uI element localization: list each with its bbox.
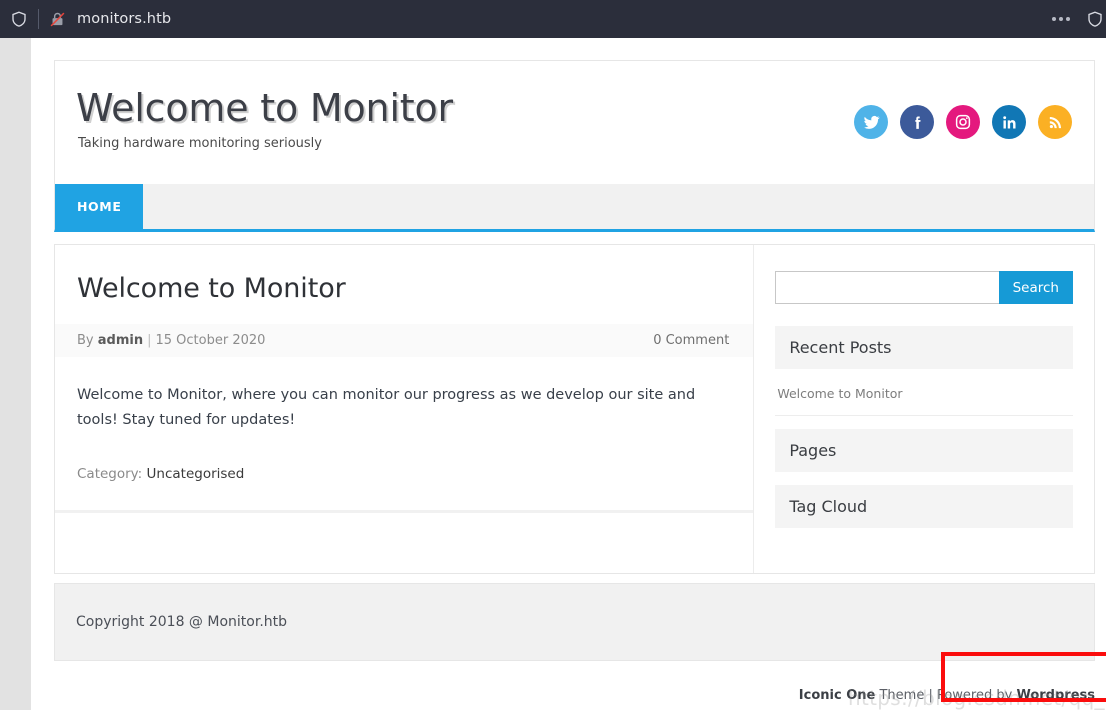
- rss-icon[interactable]: [1038, 105, 1072, 139]
- post-comment-count[interactable]: 0 Comment: [653, 333, 729, 348]
- post-meta: By admin | 15 October 2020 0 Comment: [55, 324, 754, 357]
- search-form: Search: [775, 271, 1073, 304]
- shield-icon[interactable]: [8, 8, 30, 30]
- post-by-label: By: [77, 333, 94, 348]
- widget-title-recent-posts: Recent Posts: [775, 326, 1073, 369]
- widget-pages: Pages: [775, 429, 1073, 472]
- main-column: Welcome to Monitor By admin | 15 October…: [55, 245, 755, 573]
- credit-theme-suffix: Theme: [875, 688, 925, 703]
- post-category-value[interactable]: Uncategorised: [147, 466, 245, 482]
- shield-extension-icon[interactable]: [1084, 8, 1106, 30]
- content-area: Welcome to Monitor By admin | 15 October…: [54, 244, 1095, 574]
- post-divider: [55, 509, 754, 513]
- recent-posts-list: Welcome to Monitor: [775, 369, 1073, 416]
- toolbar-right-group: [1052, 8, 1102, 30]
- facebook-icon[interactable]: [900, 105, 934, 139]
- instagram-icon[interactable]: [946, 105, 980, 139]
- primary-navigation: HOME: [54, 184, 1095, 232]
- linkedin-icon[interactable]: [992, 105, 1026, 139]
- post-category-label: Category:: [77, 465, 143, 482]
- footer-credit: Iconic One Theme | Powered by Wordpress: [799, 688, 1095, 703]
- site-title[interactable]: Welcome to Monitor: [76, 89, 854, 127]
- post-date: 15 October 2020: [155, 333, 266, 348]
- meta-separator: |: [147, 333, 152, 348]
- widget-title-pages: Pages: [775, 429, 1073, 472]
- toolbar-divider: [38, 9, 39, 29]
- list-item: Welcome to Monitor: [775, 369, 1073, 416]
- widget-recent-posts: Recent Posts Welcome to Monitor: [775, 326, 1073, 416]
- post-title[interactable]: Welcome to Monitor: [77, 273, 729, 304]
- search-button[interactable]: Search: [998, 271, 1073, 304]
- page-viewport: Welcome to Monitor Taking hardware monit…: [0, 38, 1106, 710]
- credit-theme-name[interactable]: Iconic One: [799, 688, 876, 703]
- twitter-icon[interactable]: [854, 105, 888, 139]
- browser-left-rail: [0, 38, 31, 710]
- widget-title-tag-cloud: Tag Cloud: [775, 485, 1073, 528]
- recent-post-link[interactable]: Welcome to Monitor: [777, 386, 902, 401]
- post-category: Category: Uncategorised: [77, 466, 729, 482]
- lock-crossed-icon[interactable]: [47, 9, 67, 29]
- post-author[interactable]: admin: [98, 333, 143, 348]
- credit-platform-name[interactable]: Wordpress: [1016, 688, 1095, 703]
- browser-toolbar: monitors.htb: [0, 0, 1106, 38]
- site-container: Welcome to Monitor Taking hardware monit…: [54, 60, 1095, 661]
- site-branding: Welcome to Monitor Taking hardware monit…: [76, 89, 854, 151]
- more-options-icon[interactable]: [1052, 17, 1070, 21]
- nav-item-home[interactable]: HOME: [55, 184, 144, 229]
- site-tagline: Taking hardware monitoring seriously: [78, 136, 322, 151]
- social-links: [854, 105, 1072, 139]
- site-header: Welcome to Monitor Taking hardware monit…: [54, 60, 1095, 184]
- footer-copyright: Copyright 2018 @ Monitor.htb: [76, 614, 288, 630]
- sidebar: Search Recent Posts Welcome to Monitor P…: [754, 245, 1094, 573]
- credit-separator: | Powered by: [924, 688, 1017, 703]
- site-footer: Copyright 2018 @ Monitor.htb: [54, 583, 1095, 661]
- post-body: Welcome to Monitor, where you can monito…: [77, 387, 696, 429]
- widget-tag-cloud: Tag Cloud: [775, 485, 1073, 528]
- search-input[interactable]: [775, 271, 999, 304]
- address-bar-url[interactable]: monitors.htb: [77, 11, 171, 27]
